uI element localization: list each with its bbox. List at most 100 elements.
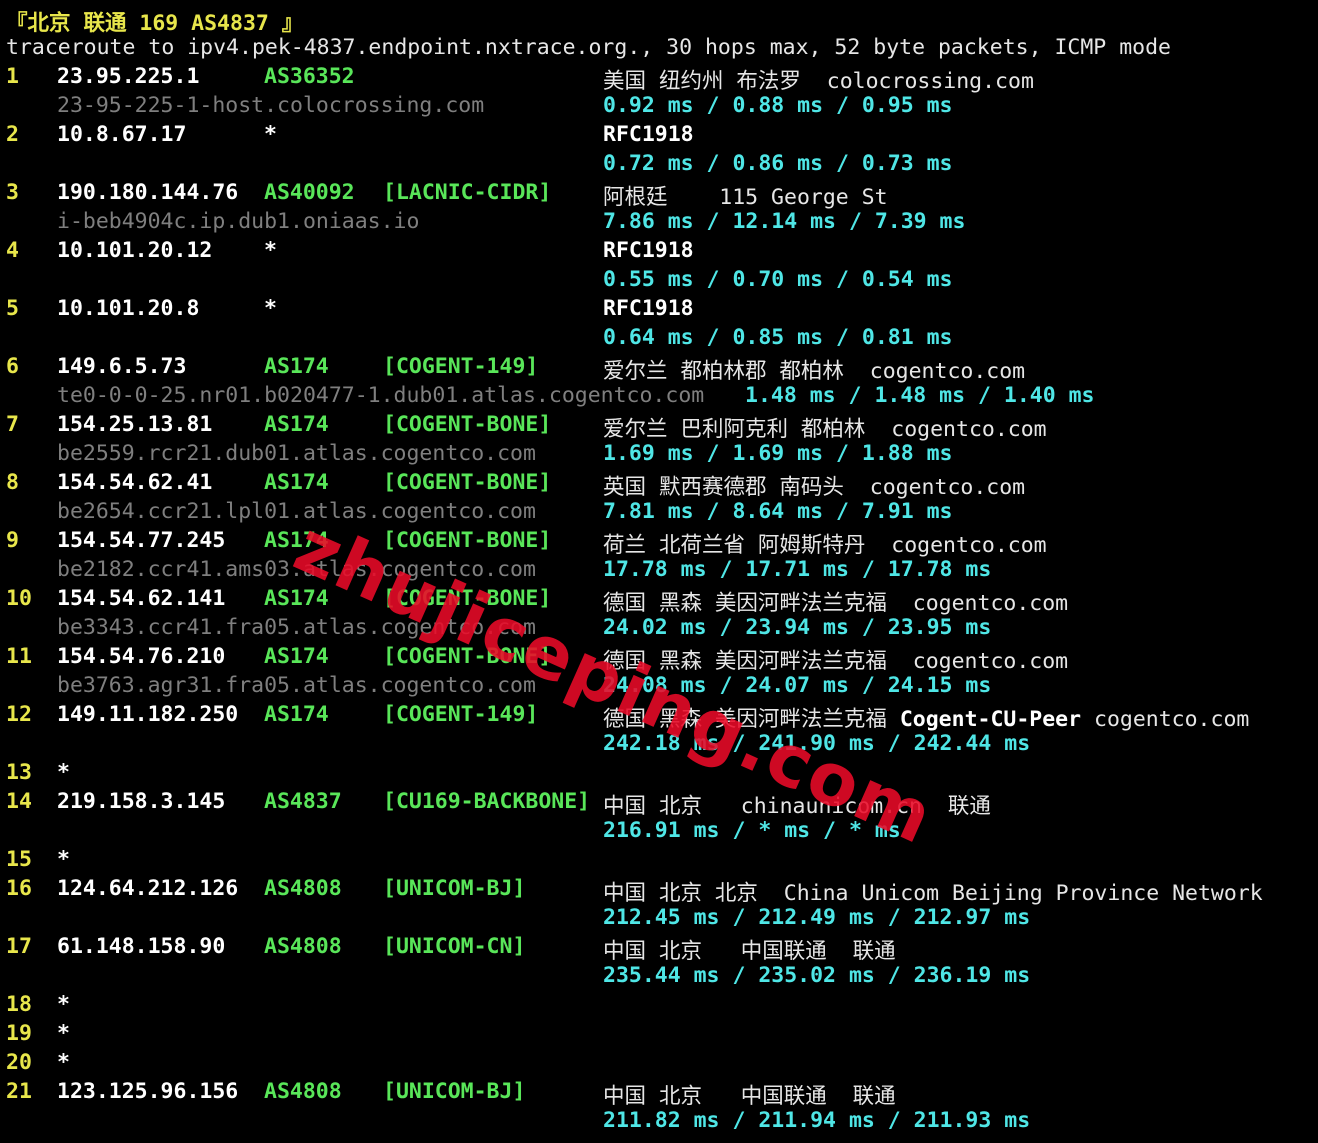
- hop-netname: [COGENT-BONE]: [383, 586, 552, 611]
- hop-ip: 219.158.3.145: [57, 789, 226, 814]
- hop-row: 8 154.54.62.41 AS174 [COGENT-BONE] 英国 默西赛德郡 …: [0, 470, 1318, 528]
- hop-geo: 德国 黑森 美因河畔法兰克福 cogentco.com: [603, 649, 1069, 674]
- hop-hostname: i-beb4904c.ip.dub1.oniaas.io: [57, 209, 420, 234]
- hop-asn: *: [264, 296, 277, 321]
- hop-hostname: be3343.ccr41.fra05.atlas.cogentco.com: [57, 615, 536, 640]
- hop-asn: AS174: [264, 354, 329, 379]
- hop-netname: [UNICOM-BJ]: [383, 1079, 526, 1104]
- hop-row: 17 61.148.158.90 AS4808 [UNICOM-CN] 中国 北京 中国…: [0, 934, 1318, 992]
- hop-row: 6 149.6.5.73 AS174 [COGENT-149] 爱尔兰 都柏林郡 都柏林…: [0, 354, 1318, 412]
- hop-asn: AS4837: [264, 789, 342, 814]
- hop-number: 18: [6, 992, 32, 1017]
- hop-hostname: be3763.agr31.fra05.atlas.cogentco.com: [57, 673, 536, 698]
- hop-row: 10 154.54.62.141 AS174 [COGENT-BONE] 德国 黑森 美…: [0, 586, 1318, 644]
- hop-ip: 154.54.62.141: [57, 586, 226, 611]
- hop-asn: AS174: [264, 586, 329, 611]
- hop-rtt: 1.69 ms / 1.69 ms / 1.88 ms: [603, 441, 953, 466]
- hop-geo: RFC1918: [603, 122, 694, 147]
- hop-geo: 中国 北京 chinaunicom.cn 联通: [603, 794, 991, 819]
- hop-netname: [COGENT-BONE]: [383, 470, 552, 495]
- hop-number: 3: [6, 180, 19, 205]
- hop-row: 5 10.101.20.8 * RFC1918 0.64 ms / 0.85 ms / …: [0, 296, 1318, 354]
- hop-asn: AS174: [264, 644, 329, 669]
- hop-rtt: 0.64 ms / 0.85 ms / 0.81 ms: [603, 325, 953, 350]
- hop-row: 1 23.95.225.1 AS36352 美国 纽约州 布法罗 colocrossi…: [0, 64, 1318, 122]
- hop-hostname: be2654.ccr21.lpl01.atlas.cogentco.com: [57, 499, 536, 524]
- hop-number: 17: [6, 934, 32, 959]
- terminal-window: 『北京 联通 169 AS4837 』 traceroute to ipv4.p…: [0, 0, 1318, 1143]
- hop-number: 11: [6, 644, 32, 669]
- hop-rtt: 7.86 ms / 12.14 ms / 7.39 ms: [603, 209, 966, 234]
- hop-number: 12: [6, 702, 32, 727]
- hop-netname: [COGENT-BONE]: [383, 644, 552, 669]
- hop-geo: 中国 北京 中国联通 联通: [603, 1084, 896, 1109]
- hop-row: 7 154.25.13.81 AS174 [COGENT-BONE] 爱尔兰 巴利阿克利…: [0, 412, 1318, 470]
- hop-row: 3 190.180.144.76 AS40092 [LACNIC-CIDR] 阿根廷 1…: [0, 180, 1318, 238]
- hop-ip: 154.54.62.41: [57, 470, 213, 495]
- hop-ip: 61.148.158.90: [57, 934, 226, 959]
- hop-geo: 中国 北京 中国联通 联通: [603, 939, 896, 964]
- hop-asn: AS40092: [264, 180, 355, 205]
- hop-number: 19: [6, 1021, 32, 1046]
- hop-rtt: 24.02 ms / 23.94 ms / 23.95 ms: [603, 615, 992, 640]
- hop-ip: 123.125.96.156: [57, 1079, 239, 1104]
- hop-geo: 阿根廷 115 George St: [603, 185, 888, 210]
- hop-rtt: 17.78 ms / 17.71 ms / 17.78 ms: [603, 557, 992, 582]
- hop-ip: 10.8.67.17: [57, 122, 187, 147]
- hop-asn: AS174: [264, 702, 329, 727]
- hop-hostname: te0-0-0-25.nr01.b020477-1.dub01.atlas.co…: [57, 383, 705, 408]
- hop-geo: 爱尔兰 都柏林郡 都柏林 cogentco.com: [603, 359, 1026, 384]
- hop-rtt: 235.44 ms / 235.02 ms / 236.19 ms: [603, 963, 1031, 988]
- hop-row: 4 10.101.20.12 * RFC1918 0.55 ms / 0.70 ms /…: [0, 238, 1318, 296]
- hop-ip: 124.64.212.126: [57, 876, 239, 901]
- hop-ip: 23.95.225.1: [57, 64, 200, 89]
- hop-netname: [COGENT-BONE]: [383, 528, 552, 553]
- hop-rtt: 0.72 ms / 0.86 ms / 0.73 ms: [603, 151, 953, 176]
- hop-number: 7: [6, 412, 19, 437]
- hop-asn: AS4808: [264, 934, 342, 959]
- hop-number: 4: [6, 238, 19, 263]
- hop-netname: [UNICOM-CN]: [383, 934, 526, 959]
- hop-number: 14: [6, 789, 32, 814]
- hop-row: 14 219.158.3.145 AS4837 [CU169-BACKBONE] 中国 …: [0, 789, 1318, 847]
- hop-rtt: 24.08 ms / 24.07 ms / 24.15 ms: [603, 673, 992, 698]
- hop-ip: *: [57, 847, 70, 872]
- hop-number: 1: [6, 64, 19, 89]
- hop-ip: *: [57, 760, 70, 785]
- hop-ip: 10.101.20.8: [57, 296, 200, 321]
- hop-rtt: 7.81 ms / 8.64 ms / 7.91 ms: [603, 499, 953, 524]
- hop-hostname: be2559.rcr21.dub01.atlas.cogentco.com: [57, 441, 536, 466]
- hop-rtt: 1.48 ms / 1.48 ms / 1.40 ms: [745, 383, 1095, 408]
- hop-number: 5: [6, 296, 19, 321]
- hop-ip: 149.11.182.250: [57, 702, 239, 727]
- hop-hostname: be2182.ccr41.ams03.atlas.cogentco.com: [57, 557, 536, 582]
- hop-number: 21: [6, 1079, 32, 1104]
- hop-rtt: 212.45 ms / 212.49 ms / 212.97 ms: [603, 905, 1031, 930]
- hop-number: 6: [6, 354, 19, 379]
- hop-row: 11 154.54.76.210 AS174 [COGENT-BONE] 德国 黑森 美…: [0, 644, 1318, 702]
- hop-ip: 154.25.13.81: [57, 412, 213, 437]
- hop-geo: 德国 黑森 美因河畔法兰克福 cogentco.com: [603, 591, 1069, 616]
- traceroute-command: traceroute to ipv4.pek-4837.endpoint.nxt…: [6, 35, 1171, 60]
- hop-netname: [COGENT-BONE]: [383, 412, 552, 437]
- hop-number: 15: [6, 847, 32, 872]
- hop-rtt: 216.91 ms / * ms / * ms: [603, 818, 901, 843]
- hop-geo: 爱尔兰 巴利阿克利 都柏林 cogentco.com: [603, 417, 1047, 442]
- hop-geo: RFC1918: [603, 238, 694, 263]
- hop-number: 10: [6, 586, 32, 611]
- hop-hostname: 23-95-225-1-host.colocrossing.com: [57, 93, 485, 118]
- hop-row: 21 123.125.96.156 AS4808 [UNICOM-BJ] 中国 北京 中…: [0, 1079, 1318, 1137]
- hop-rtt: 0.92 ms / 0.88 ms / 0.95 ms: [603, 93, 953, 118]
- trace-target-title: 『北京 联通 169 AS4837 』: [6, 11, 304, 36]
- hop-geo: 荷兰 北荷兰省 阿姆斯特丹 cogentco.com: [603, 533, 1047, 558]
- hop-asn: AS174: [264, 528, 329, 553]
- hop-ip: 10.101.20.12: [57, 238, 213, 263]
- hop-ip: *: [57, 1050, 70, 1075]
- hop-row: 12 149.11.182.250 AS174 [COGENT-149] 德国 黑森 美…: [0, 702, 1318, 760]
- hop-ip: *: [57, 1021, 70, 1046]
- hop-ip: 190.180.144.76: [57, 180, 239, 205]
- hop-asn: AS174: [264, 412, 329, 437]
- hop-rtt: 242.18 ms / 241.90 ms / 242.44 ms: [603, 731, 1031, 756]
- hop-number: 8: [6, 470, 19, 495]
- hop-asn: *: [264, 238, 277, 263]
